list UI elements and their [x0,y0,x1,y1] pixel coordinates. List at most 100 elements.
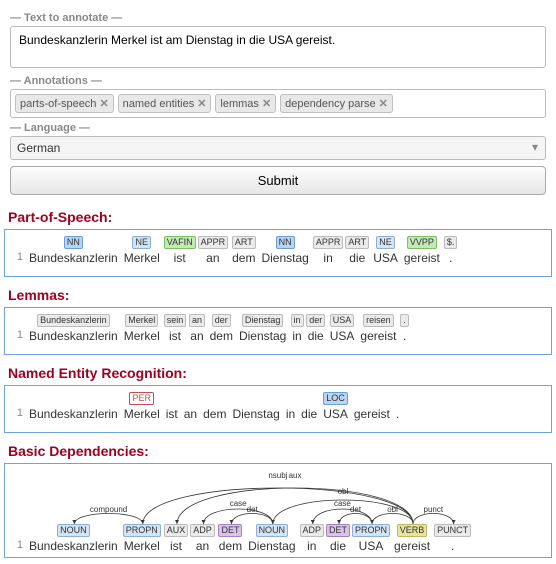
annotations-legend: — Annotations — [10,75,546,87]
token: . [394,394,401,421]
token-word: in [321,251,334,265]
pos-title: Part-of-Speech: [8,209,548,225]
token-tag: PER [129,392,154,405]
token: PERMerkel [122,392,162,421]
annotation-tag[interactable]: parts-of-speech✕ [15,94,114,113]
token: NNDienstag [259,236,310,265]
token-word: gereist [352,407,392,421]
token: NE Merkel [122,236,162,265]
submit-button[interactable]: Submit [10,166,546,195]
token-word: ist [164,407,180,421]
token-word: gereist [392,539,432,553]
token-tag: Bundeskanzlerin [37,314,110,327]
token: ist [164,394,180,421]
close-icon[interactable]: ✕ [197,97,206,110]
token-tag: NE [376,236,395,249]
token-tag: USA [330,314,355,327]
token-tag: APPR [198,236,229,249]
token: dem [201,394,228,421]
token-tag: NE [132,236,151,249]
token-tag: VVPP [407,236,437,249]
token-word: an [188,329,205,343]
language-select[interactable]: German [10,136,546,160]
token-tag: der [212,314,231,327]
token: VAFIN ist [164,236,196,265]
token-tag: in [291,314,304,327]
token: Dienstag [230,394,281,421]
token-word: ist [172,251,188,265]
token: seinist [164,314,187,343]
token: NOUNDienstag [246,524,297,553]
token: ARTdie [345,236,369,265]
token: Bundeskanzlerin Bundeskanzlerin [27,314,120,343]
token-word: in [284,407,297,421]
close-icon[interactable]: ✕ [379,97,388,110]
close-icon[interactable]: ✕ [262,97,271,110]
token-word: Dienstag [237,329,288,343]
token-word: dem [208,329,235,343]
token: APPRin [313,236,344,265]
ner-title: Named Entity Recognition: [8,365,548,381]
token-word: Bundeskanzlerin [27,407,120,421]
svg-text:case: case [230,499,247,508]
token: PROPNMerkel [122,524,162,553]
token-tag: der [306,314,325,327]
token-word: Dienstag [230,407,281,421]
token-word: die [328,539,348,553]
token: .. [400,314,409,343]
annotation-tag[interactable]: lemmas✕ [215,94,276,113]
pos-panel: 1 NNBundeskanzlerin NE MerkelVAFIN ist APPRan… [4,229,552,277]
token: NNBundeskanzlerin [27,236,120,265]
token: PROPNUSA [352,524,390,553]
token-word: . [449,539,456,553]
token-word: USA [371,251,400,265]
token-tag: ART [345,236,369,249]
token-tag: Merkel [125,314,158,327]
token-word: ist [168,539,184,553]
annotation-form: — Text to annotate — — Annotations — par… [0,0,556,199]
token-tag: VAFIN [164,236,196,249]
token: die [299,394,319,421]
svg-text:nsubj: nsubj [268,471,287,480]
token: NE USA [371,236,400,265]
dep-panel: compoundnsubjauxcasedetoblcasedetoblpunc… [4,463,552,558]
token-word: Bundeskanzlerin [27,329,120,343]
ner-panel: 1BundeskanzlerinPERMerkelistandemDiensta… [4,385,552,433]
token: ADPan [190,524,215,553]
token: DETdie [326,524,350,553]
annotation-tag[interactable]: named entities✕ [118,94,212,113]
token: gereist [352,394,392,421]
token-tag: sein [164,314,187,327]
token: $.. [444,236,458,265]
token: ARTdem [230,236,257,265]
token: PUNCT. [434,524,471,553]
token: LOCUSA [321,392,350,421]
token: derdie [306,314,326,343]
tag-label: parts-of-speech [20,98,96,110]
close-icon[interactable]: ✕ [99,97,108,110]
tag-label: dependency parse [285,98,376,110]
line-number: 1 [9,329,23,343]
token: inin [290,314,303,343]
token: APPRan [198,236,229,265]
token: Bundeskanzlerin [27,394,120,421]
language-legend: — Language — [10,122,546,134]
line-number: 1 [9,251,23,265]
tag-label: lemmas [220,98,259,110]
token-tag: reisen [363,314,394,327]
token: anan [188,314,205,343]
token-word: Merkel [122,251,162,265]
token-word: Dienstag [259,251,310,265]
annotation-tag[interactable]: dependency parse✕ [280,94,393,113]
token-tag: $. [444,236,458,249]
token-word: gereist [402,251,442,265]
line-number: 1 [9,539,23,553]
tag-label: named entities [123,98,195,110]
token: VERBgereist [392,524,432,553]
dependency-arcs: compoundnsubjauxcasedetoblcasedetoblpunc… [23,468,547,526]
token-tag: ART [232,236,256,249]
annotations-tags[interactable]: parts-of-speech✕named entities✕lemmas✕de… [10,89,546,118]
token-word: dem [201,407,228,421]
text-input[interactable] [10,26,546,68]
token: USAUSA [328,314,357,343]
